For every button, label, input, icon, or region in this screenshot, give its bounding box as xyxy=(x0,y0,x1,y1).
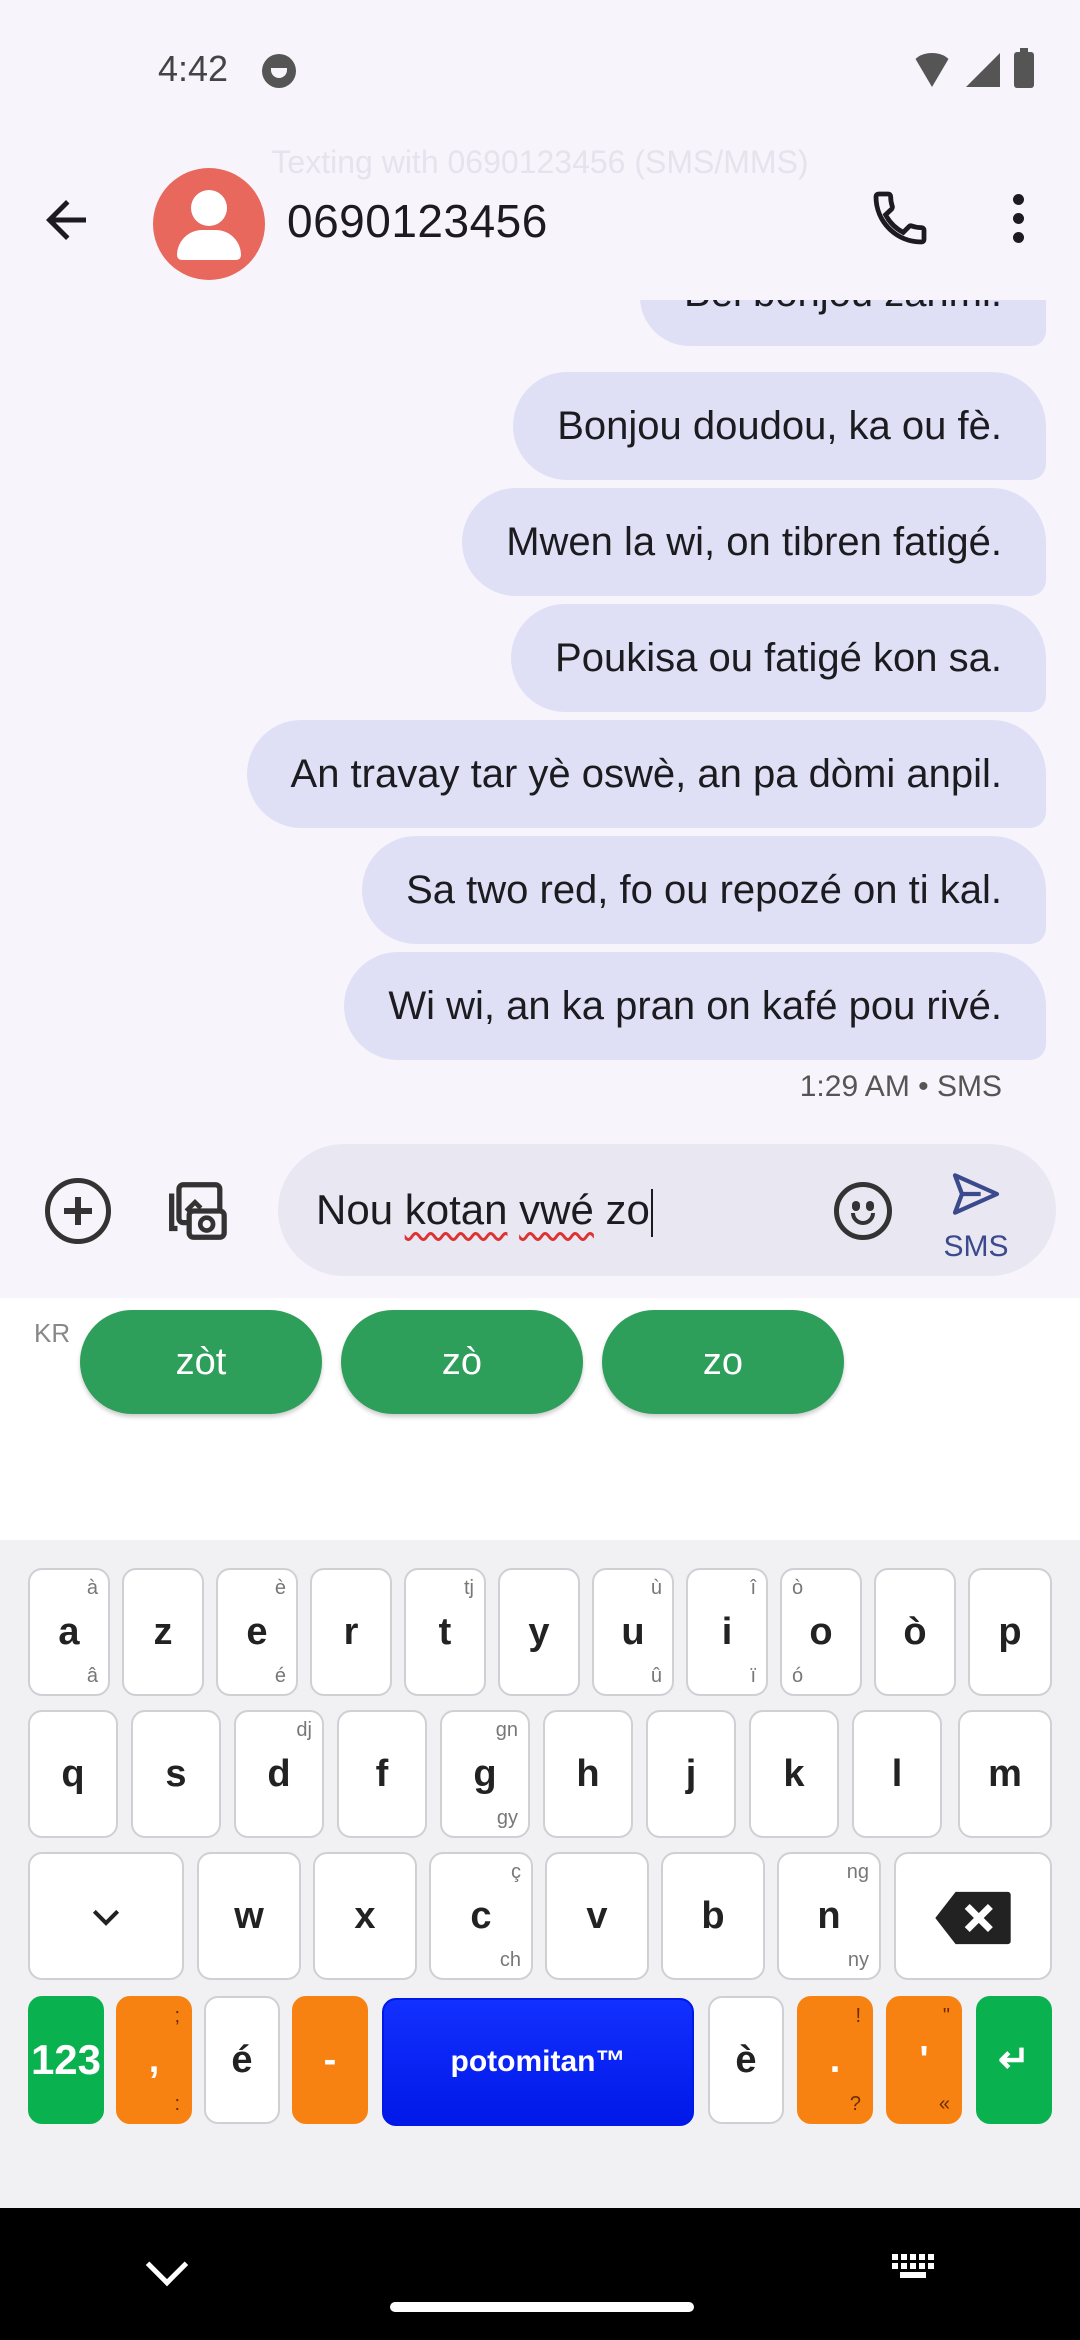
key-y[interactable]: y xyxy=(498,1568,580,1696)
hide-keyboard-icon[interactable] xyxy=(145,2243,189,2287)
dot-icon xyxy=(1012,194,1024,205)
enter-key[interactable]: ↵ xyxy=(976,1996,1052,2124)
key-e[interactable]: eèé xyxy=(216,1568,298,1696)
status-time: 4:42 xyxy=(158,48,229,89)
key-b[interactable]: b xyxy=(661,1852,765,1980)
collapse-keyboard-key[interactable] xyxy=(28,1852,184,1980)
keyboard: aàâ z eèé r t tj y uùû iîï oòó ò p q s dd… xyxy=(0,1540,1080,2208)
more-options-button[interactable] xyxy=(998,186,1038,266)
suggestion-chip[interactable]: zò xyxy=(341,1310,583,1414)
add-attachment-button[interactable] xyxy=(45,1178,111,1244)
avatar[interactable] xyxy=(153,168,265,280)
key-c[interactable]: c ç ch xyxy=(429,1852,533,1980)
key-s[interactable]: s xyxy=(131,1710,221,1838)
key-l[interactable]: l xyxy=(852,1710,942,1838)
key-m[interactable]: m xyxy=(958,1710,1052,1838)
status-icons xyxy=(912,48,1034,90)
message-bubble[interactable]: Bonjou doudou, ka ou fè. xyxy=(513,372,1046,480)
apostrophe-key[interactable]: ' " « xyxy=(886,1996,962,2124)
battery-icon xyxy=(1014,48,1034,88)
key-e-acute[interactable]: é xyxy=(204,1996,280,2124)
back-button[interactable] xyxy=(36,190,116,260)
backspace-key[interactable] xyxy=(894,1852,1052,1980)
numbers-key[interactable]: 123 xyxy=(28,1996,104,2124)
chevron-down-icon xyxy=(92,1909,120,1926)
message-bubble[interactable]: Wi wi, an ka pran on kafé pou rivé. xyxy=(344,952,1046,1060)
key-j[interactable]: j xyxy=(646,1710,736,1838)
phone-icon xyxy=(873,191,927,245)
message-bubble[interactable]: Sa two red, fo ou repozé on ti kal. xyxy=(362,836,1046,944)
compose-bar: Nou kotan vwé zo SMS xyxy=(0,1140,1080,1300)
arrow-left-icon xyxy=(46,200,86,240)
contact-name[interactable]: 0690123456 xyxy=(287,194,548,248)
message-bubble[interactable]: Poukisa ou fatigé kon sa. xyxy=(511,604,1046,712)
key-x[interactable]: x xyxy=(313,1852,417,1980)
app-bar: 0690123456 xyxy=(0,150,1080,300)
gallery-camera-icon xyxy=(169,1182,227,1240)
message-input[interactable]: Nou kotan vwé zo SMS xyxy=(278,1144,1056,1276)
signal-icon xyxy=(966,53,1000,87)
send-type-label: SMS xyxy=(943,1230,1009,1263)
suggestion-chip[interactable]: zo xyxy=(602,1310,844,1414)
key-i[interactable]: iîï xyxy=(686,1568,768,1696)
key-d[interactable]: d dj xyxy=(234,1710,324,1838)
key-q[interactable]: q xyxy=(28,1710,118,1838)
key-z[interactable]: z xyxy=(122,1568,204,1696)
key-g[interactable]: g gn gy xyxy=(440,1710,530,1838)
emoji-button[interactable] xyxy=(834,1182,892,1240)
suggestion-chip[interactable]: zòt xyxy=(80,1310,322,1414)
key-f[interactable]: f xyxy=(337,1710,427,1838)
key-p[interactable]: p xyxy=(968,1568,1052,1696)
message-bubble[interactable]: Mwen la wi, on tibren fatigé. xyxy=(462,488,1046,596)
suggestion-strip: KR zòt zò zo xyxy=(0,1298,1080,1540)
key-o[interactable]: oòó xyxy=(780,1568,862,1696)
dot-icon xyxy=(1012,213,1024,224)
key-t[interactable]: t tj xyxy=(404,1568,486,1696)
wifi-icon xyxy=(912,53,952,87)
send-icon xyxy=(952,1173,1000,1215)
home-handle[interactable] xyxy=(390,2302,694,2312)
space-key[interactable]: potomitan™ xyxy=(382,1998,694,2126)
message-input-text[interactable]: Nou kotan vwé zo xyxy=(316,1186,653,1237)
notification-icon xyxy=(262,54,296,88)
send-button[interactable]: SMS xyxy=(936,1166,1016,1266)
key-r[interactable]: r xyxy=(310,1568,392,1696)
key-u[interactable]: uùû xyxy=(592,1568,674,1696)
key-o-grave[interactable]: ò xyxy=(874,1568,956,1696)
message-bubble[interactable]: An travay tar yè oswè, an pa dòmi anpil. xyxy=(246,720,1046,828)
message-timestamp: 1:29 AM • SMS xyxy=(799,1070,1002,1103)
language-tag: KR xyxy=(34,1318,71,1348)
message-bubble[interactable]: Bel bonjou zanmi. xyxy=(640,300,1046,346)
keyboard-switch-icon[interactable] xyxy=(892,2254,934,2280)
key-h[interactable]: h xyxy=(543,1710,633,1838)
dash-key[interactable]: - xyxy=(292,1996,368,2124)
key-e-grave[interactable]: è xyxy=(708,1996,784,2124)
key-w[interactable]: w xyxy=(197,1852,301,1980)
key-v[interactable]: v xyxy=(545,1852,649,1980)
key-k[interactable]: k xyxy=(749,1710,839,1838)
period-key[interactable]: .!? xyxy=(797,1996,873,2124)
status-bar: 4:42 xyxy=(0,0,1080,140)
gallery-button[interactable] xyxy=(160,1176,230,1246)
comma-key[interactable]: ,;: xyxy=(116,1996,192,2124)
key-n[interactable]: n ng ny xyxy=(777,1852,881,1980)
key-a[interactable]: aàâ xyxy=(28,1568,110,1696)
dot-icon xyxy=(1012,232,1024,243)
backspace-icon xyxy=(935,1891,1011,1945)
call-button[interactable] xyxy=(868,186,948,266)
message-list[interactable]: Bel bonjou zanmi. Bonjou doudou, ka ou f… xyxy=(0,300,1080,1120)
text-caret xyxy=(650,1188,653,1237)
navigation-bar xyxy=(0,2208,1080,2340)
